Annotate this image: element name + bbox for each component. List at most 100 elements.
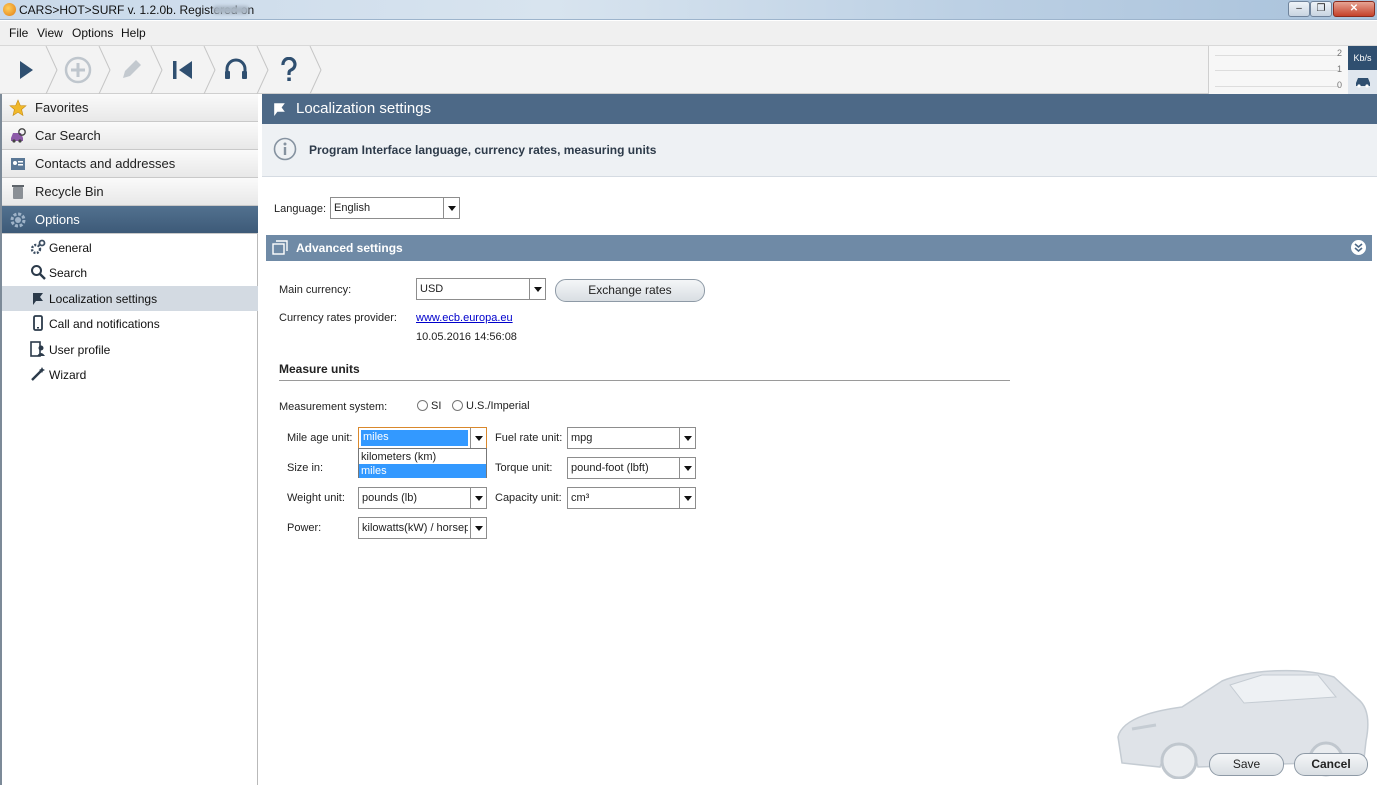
sidebar-item-options[interactable]: Options [2,206,258,234]
edit-icon [123,60,141,78]
imperial-radio[interactable] [452,400,463,411]
advanced-settings-bar[interactable]: Advanced settings [266,235,1372,261]
sidebar-item-label: Options [35,212,80,227]
speed-label-2: 2 [1336,48,1342,58]
sidebar-subitem-label: Search [49,266,88,280]
toolbar: 2 1 0 Kb/s [0,45,1377,94]
currency-provider-link[interactable]: www.ecb.europa.eu [416,312,513,324]
speed-label-1: 1 [1336,64,1342,74]
weight-unit-label: Weight unit: [287,492,345,504]
info-bar: Program Interface language, currency rat… [262,124,1377,177]
gears-icon [30,239,46,255]
minimize-button[interactable]: – [1288,1,1310,17]
sidebar-subitem-label: User profile [49,343,111,357]
exchange-rates-button[interactable]: Exchange rates [555,279,705,302]
toolbar-separator [309,46,322,94]
sidebar-subitem-user-profile[interactable]: User profile [2,337,258,362]
mileage-unit-dropdown: kilometers (km) miles [358,448,487,478]
torque-unit-value: pound-foot (lbft) [571,462,649,474]
sidebar-subitem-label: Wizard [49,368,87,382]
gear-icon [10,212,26,228]
app-icon [3,3,16,16]
mileage-unit-value: miles [361,430,468,446]
maximize-button[interactable]: ❐ [1310,1,1332,17]
chevron-down-icon [679,488,695,508]
windows-icon [272,240,288,255]
menu-view[interactable]: View [37,26,63,40]
currency-rates-date: 10.05.2016 14:56:08 [416,331,517,343]
language-select[interactable]: English [330,197,460,219]
sidebar-subitem-label: General [49,241,92,255]
chevron-down-icon [529,279,545,299]
back-to-start-button[interactable] [157,46,209,94]
title-bar: CARS>HOT>SURF v. 1.2.0b. Registered on –… [0,0,1377,20]
sidebar-item-favorites[interactable]: Favorites [2,94,258,122]
page-title: Localization settings [296,100,432,117]
back-to-start-icon [173,61,192,79]
sidebar-subitem-localization[interactable]: Localization settings [2,286,258,311]
weight-unit-select[interactable]: pounds (lb) [358,487,487,509]
imperial-radio-label[interactable]: U.S./Imperial [466,400,530,412]
capacity-unit-value: cm³ [571,492,590,504]
save-button[interactable]: Save [1209,753,1284,776]
capacity-unit-label: Capacity unit: [495,492,562,504]
measurement-system-label: Measurement system: [279,401,388,413]
star-icon [9,99,27,117]
help-icon [281,57,297,81]
sidebar-item-label: Car Search [35,128,101,143]
chevron-down-icon [470,428,486,448]
help-button[interactable] [263,46,315,94]
fuel-rate-unit-label: Fuel rate unit: [495,432,563,444]
sidebar-item-label: Contacts and addresses [35,156,176,171]
size-in-label: Size in: [287,462,324,474]
add-icon [64,56,92,84]
sidebar-subitem-search[interactable]: Search [2,260,258,285]
dropdown-option-miles[interactable]: miles [359,464,486,478]
chevron-down-icon [443,198,459,218]
sidebar-item-recycle-bin[interactable]: Recycle Bin [2,178,258,206]
torque-unit-select[interactable]: pound-foot (lbft) [567,457,696,479]
sidebar-subitem-label: Call and notifications [49,317,160,331]
cancel-button[interactable]: Cancel [1294,753,1368,776]
page-header: Localization settings [262,94,1377,124]
sidebar-subitem-call-notifications[interactable]: Call and notifications [2,311,258,336]
sidebar-item-car-search[interactable]: Car Search [2,122,258,150]
power-unit-select[interactable]: kilowatts(kW) / horsepo [358,517,487,539]
sidebar-subitem-general[interactable]: General [2,235,258,260]
main-currency-select[interactable]: USD [416,278,546,300]
menu-bar: File View Options Help [0,21,1377,45]
chevron-down-icon [679,428,695,448]
sidebar-item-label: Recycle Bin [35,184,104,199]
close-button[interactable]: ✕ [1333,1,1375,17]
main-currency-value: USD [420,283,444,295]
power-unit-value: kilowatts(kW) / horsepo [362,522,468,534]
magnifier-icon [31,265,46,280]
info-text: Program Interface language, currency rat… [309,143,657,157]
fuel-rate-unit-select[interactable]: mpg [567,427,696,449]
menu-options[interactable]: Options [72,26,113,40]
recycle-bin-icon [12,185,24,199]
language-value: English [334,202,371,214]
chevron-double-down-icon [1354,243,1363,252]
sidebar-item-label: Favorites [35,100,89,115]
contacts-icon [11,158,25,170]
support-button[interactable] [210,46,262,94]
sidebar-item-contacts[interactable]: Contacts and addresses [2,150,258,178]
dropdown-option-kilometers[interactable]: kilometers (km) [359,450,486,464]
sidebar-subitem-label: Localization settings [49,292,158,306]
menu-file[interactable]: File [9,26,28,40]
collapse-button[interactable] [1351,240,1366,255]
maximize-icon: ❐ [1316,3,1326,14]
menu-help[interactable]: Help [121,26,146,40]
sidebar: Favorites Car Search Contacts and addres… [0,94,258,785]
capacity-unit-select[interactable]: cm³ [567,487,696,509]
si-radio-label[interactable]: SI [431,400,441,412]
weight-unit-value: pounds (lb) [362,492,418,504]
sidebar-subitem-wizard[interactable]: Wizard [2,362,258,387]
car-button[interactable] [1348,70,1377,94]
add-button[interactable] [52,46,104,94]
mileage-unit-label: Mile age unit: [287,432,353,444]
si-radio[interactable] [417,400,428,411]
mileage-unit-select[interactable]: miles [358,427,487,449]
phone-icon [33,315,43,331]
